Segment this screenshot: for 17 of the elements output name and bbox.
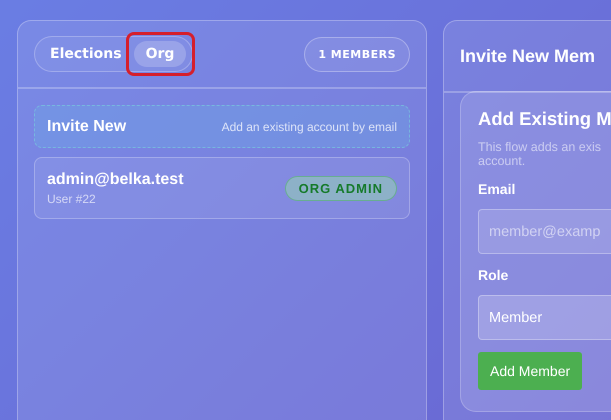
card-title: Add Existing M: [478, 108, 611, 130]
member-user-id: User #22: [47, 192, 97, 206]
role-label: Role: [478, 267, 508, 283]
tab[interactable]: Elections: [38, 41, 134, 67]
role-badge: ORG ADMIN: [284, 176, 397, 200]
invite-new-row[interactable]: Invite New Add an existing account by email: [34, 105, 410, 148]
invite-hint: Add an existing account by email: [222, 120, 397, 134]
member-count-badge: 1 MEMBERS: [304, 36, 410, 72]
member-email: admin@belka.test: [47, 170, 184, 188]
invite-title: Invite New: [47, 118, 126, 136]
panel-title: Invite New Mem: [460, 46, 596, 66]
add-member-button[interactable]: Add Member: [478, 352, 582, 390]
member-card[interactable]: admin@belka.test User #22 ORG ADMIN: [34, 157, 410, 219]
card-description: This flow adds an exis account.: [478, 140, 601, 168]
email-label: Email: [478, 181, 516, 197]
role-select[interactable]: Member: [478, 295, 611, 340]
tab[interactable]: Org: [134, 41, 186, 67]
